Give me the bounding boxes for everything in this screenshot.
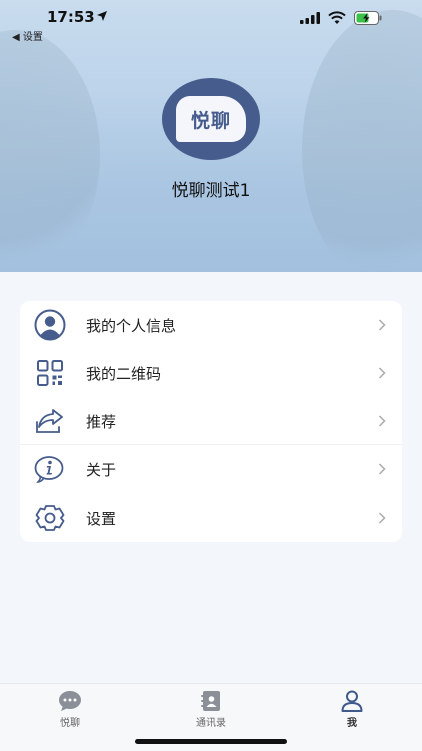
cellular-signal-icon [300, 12, 320, 24]
menu-item-label: 我的二维码 [86, 364, 162, 383]
info-icon [34, 453, 66, 485]
tab-me[interactable]: 我 [302, 690, 402, 729]
tab-label: 通讯录 [196, 718, 226, 729]
menu-item-qr-code[interactable]: 我的二维码 [20, 349, 402, 397]
chevron-right-icon [378, 463, 386, 475]
profile-header: 17:53 ◀ 设置 悦聊 悦聊测试1 [0, 0, 422, 272]
status-time: 17:53 [47, 8, 95, 26]
qr-code-icon [34, 357, 66, 389]
wifi-icon [328, 11, 346, 24]
avatar[interactable]: 悦聊 [162, 78, 260, 160]
tab-chat[interactable]: 悦聊 [20, 690, 120, 729]
avatar-logo: 悦聊 [176, 96, 246, 142]
tab-label: 悦聊 [60, 718, 80, 729]
battery-charging-icon [354, 11, 382, 25]
contacts-book-icon [201, 691, 220, 711]
chevron-right-icon [378, 512, 386, 524]
profile-menu: 我的个人信息 我的二维码 推荐 关于 设置 [20, 301, 402, 542]
menu-item-about[interactable]: 关于 [20, 445, 402, 493]
chevron-right-icon [378, 415, 386, 427]
tab-label: 我 [347, 718, 357, 729]
menu-item-recommend[interactable]: 推荐 [20, 397, 402, 445]
profile-name: 悦聊测试1 [171, 181, 251, 201]
menu-item-label: 关于 [86, 460, 117, 479]
menu-item-label: 设置 [86, 509, 117, 528]
back-to-settings-link[interactable]: ◀ 设置 [12, 28, 43, 43]
user-avatar-icon [34, 309, 66, 341]
home-indicator [135, 739, 287, 744]
menu-item-settings[interactable]: 设置 [20, 494, 402, 542]
location-arrow-icon [97, 11, 107, 21]
gear-icon [34, 502, 66, 534]
share-icon [34, 405, 66, 437]
tree-decoration-left [0, 30, 100, 272]
chat-bubble-icon [59, 691, 81, 711]
chevron-right-icon [378, 319, 386, 331]
status-bar: 17:53 ◀ 设置 [0, 0, 422, 43]
tree-decoration-right [302, 10, 422, 272]
chevron-right-icon [378, 367, 386, 379]
menu-item-personal-info[interactable]: 我的个人信息 [20, 301, 402, 349]
menu-item-label: 我的个人信息 [86, 316, 177, 335]
person-icon [341, 690, 363, 712]
tab-contacts[interactable]: 通讯录 [161, 690, 261, 729]
menu-item-label: 推荐 [86, 412, 117, 431]
